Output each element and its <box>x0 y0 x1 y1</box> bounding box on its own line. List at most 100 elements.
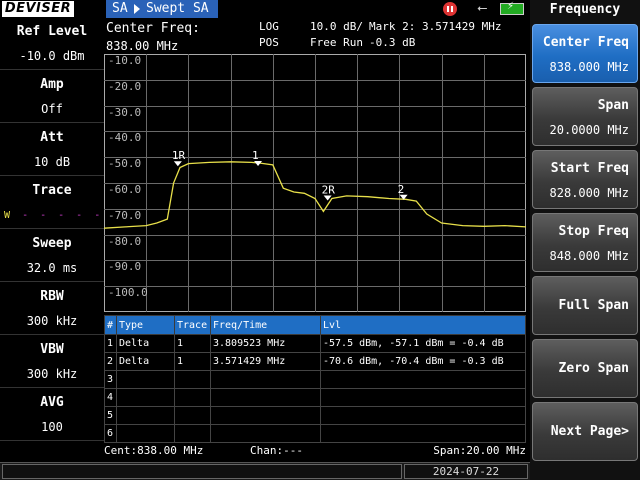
softkey-label: Zero Span <box>558 361 629 376</box>
cell-type: Delta <box>116 334 175 353</box>
marker-label: 1 <box>252 149 259 162</box>
y-tick-label: -40.0 <box>108 131 141 144</box>
stop-freq-softkey[interactable]: Stop Freq 848.000 MHz <box>532 213 638 272</box>
cell-level <box>320 370 526 389</box>
vbw-label: VBW <box>40 342 64 357</box>
cell-index: 6 <box>104 424 117 443</box>
measurement-settings-panel: Ref Level -10.0 dBm Amp Off Att 10 dB Tr… <box>0 18 104 462</box>
active-marker-readout: Mark 2: 3.571429 MHz <box>369 20 502 33</box>
softkey-label: Next Page> <box>550 424 629 439</box>
center-freq-label: Center Freq: <box>106 21 200 36</box>
trace-label: Trace <box>32 183 72 198</box>
trigger-mode: Free Run <box>310 36 363 49</box>
softkey-value: 828.000 MHz <box>549 186 629 200</box>
avg-value: 100 <box>41 420 63 434</box>
pause-icon[interactable] <box>443 2 457 16</box>
span-summary: Span:20.00 MHz <box>433 444 526 457</box>
softkey-label: Stop Freq <box>558 224 629 239</box>
full-span-softkey[interactable]: Full Span <box>532 276 638 335</box>
cell-trace: 1 <box>174 352 211 371</box>
cell-level <box>320 406 526 425</box>
softkey-label: Span <box>597 98 629 113</box>
marker-label: 2 <box>398 183 405 196</box>
next-page-softkey[interactable]: Next Page> <box>532 402 638 461</box>
table-row[interactable]: 4 <box>104 388 526 407</box>
cell-trace: 1 <box>174 334 211 353</box>
cell-trace <box>174 388 211 407</box>
submode-label: Swept SA <box>146 1 209 16</box>
cell-type <box>116 406 175 425</box>
status-message <box>2 464 402 479</box>
trace-legend: W - - - - - <box>4 210 103 221</box>
measurement-info: Center Freq: 838.00 MHz LOG POS 10.0 dB/… <box>104 18 530 54</box>
trace-letter: W <box>4 210 14 221</box>
span-softkey[interactable]: Span 20.0000 MHz <box>532 87 638 146</box>
sweep-value: 32.0 ms <box>26 261 78 275</box>
cell-freq <box>210 370 321 389</box>
mode-tab[interactable]: SA Swept SA <box>106 0 218 18</box>
ref-level-value: -10.0 dBm <box>19 49 85 63</box>
marker-label: 2R <box>322 184 336 197</box>
table-row[interactable]: 2 Delta 1 3.571429 MHz -70.6 dBm, -70.4 … <box>104 352 526 371</box>
cell-freq: 3.809523 MHz <box>210 334 321 353</box>
softkey-value: 838.000 MHz <box>549 60 629 74</box>
avg-label: AVG <box>40 395 64 410</box>
start-freq-softkey[interactable]: Start Freq 828.000 MHz <box>532 150 638 209</box>
cell-trace <box>174 370 211 389</box>
att-label: Att <box>40 130 64 145</box>
y-tick-label: -100.0 <box>108 286 148 299</box>
y-tick-label: -90.0 <box>108 260 141 273</box>
brand-logo: DEVISER <box>2 1 74 17</box>
cell-freq <box>210 424 321 443</box>
center-freq-value: 838.00 MHz <box>106 39 179 53</box>
vbw-item[interactable]: VBW 300 kHz <box>0 336 104 388</box>
scale-per-div: 10.0 dB/ <box>310 20 363 33</box>
sweep-item[interactable]: Sweep 32.0 ms <box>0 230 104 282</box>
rbw-label: RBW <box>40 289 64 304</box>
cell-level <box>320 424 526 443</box>
avg-item[interactable]: AVG 100 <box>0 389 104 441</box>
usb-icon: ⭠ <box>477 1 488 16</box>
amp-item[interactable]: Amp Off <box>0 71 104 123</box>
cell-type <box>116 370 175 389</box>
softkey-label: Start Freq <box>550 161 629 176</box>
vbw-value: 300 kHz <box>26 367 78 381</box>
center-freq-softkey[interactable]: Center Freq 838.000 MHz <box>532 24 638 83</box>
col-type: Type <box>116 315 175 335</box>
spectrum-graph[interactable]: -10.0 -20.0 -30.0 -40.0 -50.0 -60.0 -70.0 -80.0… <box>104 54 526 312</box>
rbw-value: 300 kHz <box>26 314 78 328</box>
channel-summary: Chan:--- <box>250 444 303 457</box>
table-row[interactable]: 5 <box>104 406 526 425</box>
cell-level: -70.6 dBm, -70.4 dBm = -0.3 dB <box>320 352 526 371</box>
cell-index: 4 <box>104 388 117 407</box>
cell-freq <box>210 406 321 425</box>
zero-span-softkey[interactable]: Zero Span <box>532 339 638 398</box>
center-summary: Cent:838.00 MHz <box>104 444 204 457</box>
ref-level-label: Ref Level <box>16 24 88 39</box>
spectrum-svg[interactable]: -10.0 -20.0 -30.0 -40.0 -50.0 -60.0 -70.0 -80.0… <box>104 54 526 312</box>
att-item[interactable]: Att 10 dB <box>0 124 104 176</box>
mode-label: SA <box>112 1 128 16</box>
active-marker-delta: -0.3 dB <box>369 36 416 49</box>
table-row[interactable]: 6 <box>104 424 526 443</box>
cell-trace <box>174 424 211 443</box>
att-value: 10 dB <box>33 155 71 169</box>
softkey-label: Center Freq <box>542 35 629 50</box>
y-tick-label: -60.0 <box>108 183 141 196</box>
frequency-summary: Cent:838.00 MHz Chan:--- Span:20.00 MHz <box>104 442 530 460</box>
y-tick-label: -50.0 <box>108 157 141 170</box>
trace-item[interactable]: Trace W - - - - - <box>0 177 104 229</box>
cell-freq: 3.571429 MHz <box>210 352 321 371</box>
cell-type: Delta <box>116 352 175 371</box>
ref-level-item[interactable]: Ref Level -10.0 dBm <box>0 18 104 70</box>
chevron-right-icon <box>134 4 140 14</box>
table-row[interactable]: 1 Delta 1 3.809523 MHz -57.5 dBm, -57.1 … <box>104 334 526 353</box>
y-tick-label: -30.0 <box>108 106 141 119</box>
col-trace: Trace <box>174 315 211 335</box>
rbw-item[interactable]: RBW 300 kHz <box>0 283 104 335</box>
table-row[interactable]: 3 <box>104 370 526 389</box>
softkey-panel: Frequency Center Freq 838.000 MHz Span 2… <box>530 0 640 480</box>
cell-level <box>320 388 526 407</box>
cell-index: 2 <box>104 352 117 371</box>
softkey-label: Full Span <box>558 298 629 313</box>
